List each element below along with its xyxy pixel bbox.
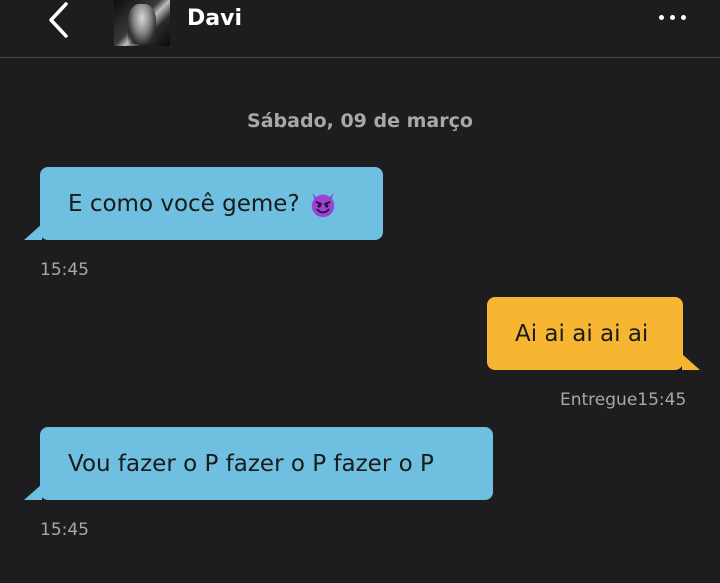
chat-header: Davi: [0, 0, 720, 58]
message-bubble-incoming[interactable]: Vou fazer o P fazer o P fazer o P: [40, 427, 493, 500]
avatar[interactable]: [114, 0, 170, 46]
message-text: E como você geme?: [68, 190, 300, 217]
more-options-button[interactable]: [650, 4, 694, 30]
message-bubble-incoming[interactable]: E como você geme?: [40, 167, 383, 240]
message-time: 15:45: [637, 390, 687, 410]
smiling-devil-emoji: [311, 192, 334, 217]
status-label: Entregue: [560, 390, 638, 410]
message-bubble-outgoing[interactable]: Ai ai ai ai ai: [487, 297, 683, 370]
bubble-tail: [682, 354, 700, 370]
delivery-status: Entregue15:45: [560, 390, 686, 410]
contact-name[interactable]: Davi: [187, 6, 242, 31]
date-separator: Sábado, 09 de março: [247, 110, 473, 132]
message-text: Vou fazer o P fazer o P fazer o P: [68, 450, 434, 477]
message-time: 15:45: [40, 520, 89, 540]
chevron-left-icon: [49, 2, 68, 38]
message-text: Ai ai ai ai ai: [515, 320, 649, 347]
back-button[interactable]: [38, 0, 78, 40]
message-time: 15:45: [40, 260, 89, 280]
more-horizontal-icon: [658, 14, 664, 20]
